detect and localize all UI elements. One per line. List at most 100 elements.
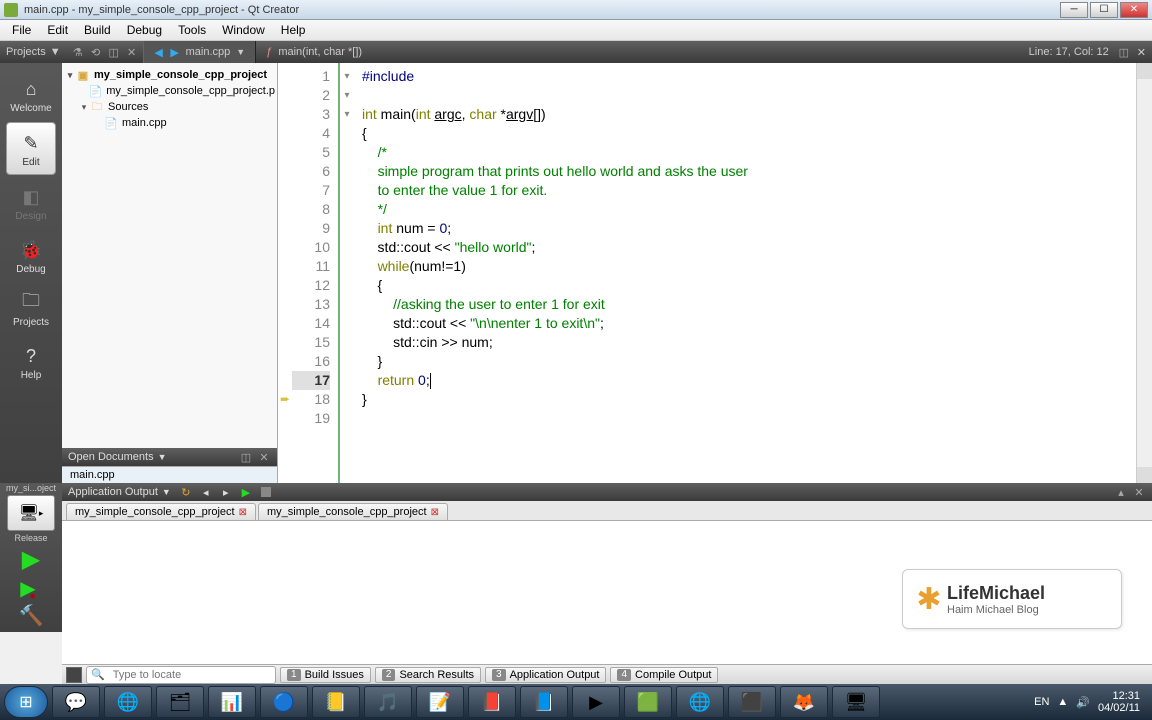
chevron-down-icon[interactable]: ▼: [236, 47, 245, 57]
chevron-down-icon[interactable]: ▼: [162, 487, 171, 497]
status-compile-output[interactable]: 4Compile Output: [610, 667, 718, 683]
build-button[interactable]: 🔨: [19, 603, 44, 628]
taskbar-app[interactable]: 🗂: [156, 686, 204, 718]
maximize-button[interactable]: ☐: [1090, 2, 1118, 18]
taskbar-app[interactable]: 📝: [416, 686, 464, 718]
toggle-sidebar-icon[interactable]: [66, 667, 82, 683]
split-icon[interactable]: ◫: [239, 450, 253, 464]
taskbar-app[interactable]: ⬛: [728, 686, 776, 718]
cursor-position: Line: 17, Col: 12: [1021, 46, 1117, 58]
build-target-selector[interactable]: 🖥▸: [7, 495, 55, 531]
next-icon[interactable]: ▸: [219, 485, 233, 499]
menu-help[interactable]: Help: [273, 21, 314, 39]
output-panel-header: Application Output ▼ ↻ ◂ ▸ ▶ ▴ ✕: [62, 483, 1152, 501]
close-tab-icon[interactable]: ⊠: [431, 507, 439, 518]
fold-column: ▾▾▾: [340, 63, 354, 483]
search-icon: 🔍: [87, 668, 109, 681]
symbol-breadcrumb[interactable]: ƒ main(int, char *[]): [256, 46, 372, 58]
split-editor-icon[interactable]: ◫: [1117, 45, 1131, 59]
mode-bar: ⌂Welcome ✎Edit ◧Design 🐞Debug 🗀Projects …: [0, 63, 62, 483]
debug-run-button[interactable]: ▶●: [20, 576, 41, 601]
close-editor-icon[interactable]: ✕: [1131, 46, 1152, 59]
close-panel-icon[interactable]: ✕: [1132, 485, 1146, 499]
taskbar-app[interactable]: 🌐: [104, 686, 152, 718]
tree-sources-folder[interactable]: ▾🗀Sources: [64, 99, 275, 115]
status-search-results[interactable]: 2Search Results: [375, 667, 481, 683]
taskbar-app[interactable]: 🔵: [260, 686, 308, 718]
tray-clock[interactable]: 12:31 04/02/11: [1098, 690, 1140, 714]
rerun-icon[interactable]: ↻: [179, 485, 193, 499]
status-app-output[interactable]: 3Application Output: [485, 667, 606, 683]
vertical-scrollbar[interactable]: [1136, 63, 1152, 483]
navigator-bar: Projects ▼ ⚗ ⟲ ◫ ✕ ◀ ▶ main.cpp ▼ ƒ main…: [0, 41, 1152, 63]
forward-icon[interactable]: ▶: [170, 46, 180, 59]
close-icon[interactable]: ✕: [257, 450, 271, 464]
project-tree: ▾▣my_simple_console_cpp_project 📄my_simp…: [62, 63, 277, 448]
back-icon[interactable]: ◀: [154, 46, 164, 59]
filter-icon[interactable]: ⚗: [71, 45, 85, 59]
taskbar-app[interactable]: 📊: [208, 686, 256, 718]
mode-projects[interactable]: 🗀Projects: [6, 283, 56, 334]
file-tab[interactable]: ◀ ▶ main.cpp ▼: [143, 41, 257, 63]
taskbar-app[interactable]: 🟩: [624, 686, 672, 718]
prev-icon[interactable]: ◂: [199, 485, 213, 499]
line-number-gutter: 12345678910111213141516171819: [292, 63, 340, 483]
status-bar: 🔍 1Build Issues 2Search Results 3Applica…: [62, 664, 1152, 684]
tree-main-cpp[interactable]: 📄main.cpp: [64, 115, 275, 131]
menu-tools[interactable]: Tools: [170, 21, 214, 39]
menu-bar: File Edit Build Debug Tools Window Help: [0, 20, 1152, 41]
taskbar-app[interactable]: 💬: [52, 686, 100, 718]
minimize-button[interactable]: ─: [1060, 2, 1088, 18]
taskbar-app[interactable]: 🖥: [832, 686, 880, 718]
marker-column: ➨: [278, 63, 292, 483]
taskbar-app[interactable]: 📒: [312, 686, 360, 718]
projects-dropdown[interactable]: Projects ▼: [0, 41, 67, 63]
code-body[interactable]: #include int main(int argc, char *argv[]…: [354, 63, 1152, 483]
menu-file[interactable]: File: [4, 21, 39, 39]
mode-welcome[interactable]: ⌂Welcome: [6, 69, 56, 120]
output-tab[interactable]: my_simple_console_cpp_project⊠: [66, 503, 256, 520]
output-tabs: my_simple_console_cpp_project⊠ my_simple…: [62, 501, 1152, 521]
open-doc-item[interactable]: main.cpp: [62, 467, 277, 483]
code-editor[interactable]: ➨ 12345678910111213141516171819 ▾▾▾ #inc…: [278, 63, 1152, 483]
locator[interactable]: 🔍: [86, 666, 276, 684]
mode-edit[interactable]: ✎Edit: [6, 122, 56, 175]
close-button[interactable]: ✕: [1120, 2, 1148, 18]
locator-input[interactable]: [109, 669, 275, 681]
watermark-subtitle: Haim Michael Blog: [947, 604, 1045, 616]
menu-build[interactable]: Build: [76, 21, 119, 39]
close-tab-icon[interactable]: ⊠: [239, 507, 247, 518]
edit-icon: ✎: [17, 129, 45, 157]
taskbar-app[interactable]: 🌐: [676, 686, 724, 718]
split-icon[interactable]: ◫: [107, 45, 121, 59]
open-documents-list: main.cpp: [62, 466, 277, 483]
taskbar-app[interactable]: ▶: [572, 686, 620, 718]
flower-icon: ✱: [911, 581, 947, 617]
taskbar-app[interactable]: 🎵: [364, 686, 412, 718]
build-mode-label: Release: [14, 533, 47, 543]
tray-lang[interactable]: EN: [1034, 696, 1049, 708]
output-run-icon[interactable]: ▶: [239, 485, 253, 499]
help-icon: ?: [17, 342, 45, 370]
taskbar-app[interactable]: 🦊: [780, 686, 828, 718]
taskbar-app[interactable]: 📘: [520, 686, 568, 718]
run-button[interactable]: ▶: [22, 545, 40, 574]
sync-icon[interactable]: ⟲: [89, 45, 103, 59]
tray-icon[interactable]: 🔊: [1076, 696, 1090, 709]
menu-edit[interactable]: Edit: [39, 21, 76, 39]
output-stop-icon[interactable]: [259, 485, 273, 499]
menu-window[interactable]: Window: [214, 21, 273, 39]
start-button[interactable]: ⊞: [4, 686, 48, 718]
status-build-issues[interactable]: 1Build Issues: [280, 667, 371, 683]
window-title: main.cpp - my_simple_console_cpp_project…: [24, 4, 1060, 16]
taskbar-app[interactable]: 📕: [468, 686, 516, 718]
minimize-panel-icon[interactable]: ▴: [1114, 485, 1128, 499]
close-panel-icon[interactable]: ✕: [125, 45, 139, 59]
menu-debug[interactable]: Debug: [119, 21, 170, 39]
output-tab[interactable]: my_simple_console_cpp_project⊠: [258, 503, 448, 520]
chevron-down-icon[interactable]: ▼: [158, 452, 167, 462]
tray-icon[interactable]: ▲: [1057, 696, 1068, 708]
tree-project-root[interactable]: ▾▣my_simple_console_cpp_project: [64, 67, 275, 83]
mode-help[interactable]: ?Help: [6, 336, 56, 387]
mode-debug[interactable]: 🐞Debug: [6, 230, 56, 281]
